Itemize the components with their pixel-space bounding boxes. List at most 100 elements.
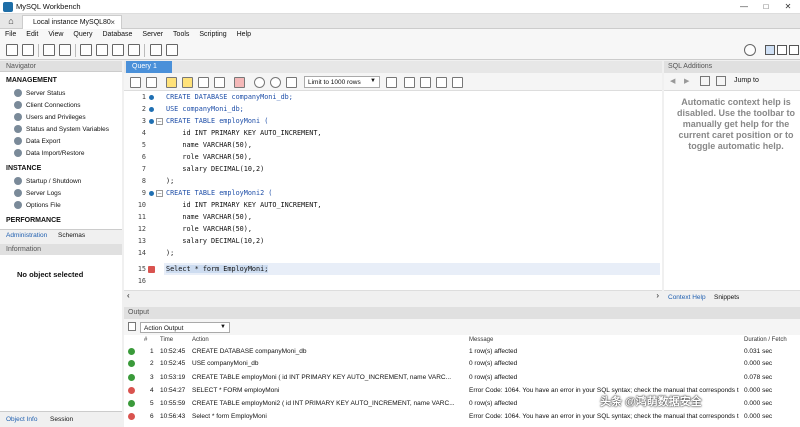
nav-item-data-import[interactable]: Data Import/Restore <box>14 149 85 157</box>
scroll-right-icon[interactable]: › <box>656 291 659 300</box>
close-icon[interactable]: ✕ <box>780 1 796 13</box>
save-icon[interactable] <box>146 77 157 88</box>
toggle-sidebar-icon[interactable] <box>765 45 775 55</box>
toolbar-separator <box>38 44 39 57</box>
table-row[interactable]: 3 10:53:19 CREATE TABLE employMoni ( id … <box>124 372 800 384</box>
row-duration: 0.000 sec <box>744 387 773 394</box>
toggle-error-continue-icon[interactable] <box>234 77 245 88</box>
jump-to-label[interactable]: Jump to <box>734 77 759 84</box>
autocommit-icon[interactable] <box>286 77 297 88</box>
context-help-panel: Automatic context help is disabled. Use … <box>664 91 800 290</box>
gear-icon[interactable] <box>744 44 756 56</box>
word-wrap-icon[interactable] <box>452 77 463 88</box>
toggle-output-icon[interactable] <box>777 45 787 55</box>
row-num: 3 <box>150 374 154 381</box>
create-view-icon[interactable] <box>96 44 108 56</box>
line-number: 9 <box>141 189 146 197</box>
open-sql-script-icon[interactable] <box>22 44 34 56</box>
manual-help-icon[interactable] <box>716 76 726 86</box>
connection-tab[interactable]: Local instance MySQL80 × <box>22 15 122 29</box>
no-object-message: No object selected <box>17 270 84 279</box>
toggle-secondary-sidebar-icon[interactable] <box>789 45 799 55</box>
create-schema-icon[interactable] <box>59 44 71 56</box>
explain-icon[interactable] <box>198 77 209 88</box>
execute-statement-icon[interactable] <box>182 77 193 88</box>
row-duration: 0.078 sec <box>744 374 773 381</box>
menu-query[interactable]: Query <box>73 31 92 38</box>
chevron-down-icon: ▼ <box>220 324 226 330</box>
favorite-icon[interactable] <box>386 77 397 88</box>
nav-item-status-variables[interactable]: Status and System Variables <box>14 125 109 133</box>
server-status-icon <box>14 89 22 97</box>
nav-item-data-export[interactable]: Data Export <box>14 137 60 145</box>
nav-item-users-privileges[interactable]: Users and Privileges <box>14 113 86 121</box>
create-procedure-icon[interactable] <box>112 44 124 56</box>
table-row[interactable]: 1 10:52:45 CREATE DATABASE companyMoni_d… <box>124 346 800 358</box>
menu-scripting[interactable]: Scripting <box>199 31 226 38</box>
menu-edit[interactable]: Edit <box>26 31 38 38</box>
create-function-icon[interactable] <box>128 44 140 56</box>
menu-database[interactable]: Database <box>102 31 132 38</box>
nav-item-client-connections[interactable]: Client Connections <box>14 101 81 109</box>
nav-item-server-status[interactable]: Server Status <box>14 89 65 97</box>
nav-item-startup-shutdown[interactable]: Startup / Shutdown <box>14 177 81 185</box>
auto-help-icon[interactable] <box>700 76 710 86</box>
query-tab[interactable]: Query 1 <box>126 61 172 73</box>
code-line: name VARCHAR(50), <box>166 213 252 221</box>
tab-context-help[interactable]: Context Help <box>668 294 706 301</box>
editor-horizontal-scrollbar[interactable]: ‹ › <box>124 290 662 300</box>
row-num: 6 <box>150 413 154 420</box>
commit-icon[interactable] <box>254 77 265 88</box>
menu-view[interactable]: View <box>48 31 63 38</box>
minimize-icon[interactable]: — <box>736 1 752 13</box>
back-icon[interactable]: ◀ <box>670 77 675 85</box>
scroll-left-icon[interactable]: ‹ <box>127 291 130 300</box>
fold-collapse-icon[interactable]: – <box>156 190 163 197</box>
tab-session[interactable]: Session <box>50 416 73 423</box>
connection-tab-label: Local instance MySQL80 <box>33 19 111 26</box>
row-message: 0 row(s) affected <box>469 360 518 367</box>
tab-snippets[interactable]: Snippets <box>714 294 739 301</box>
maximize-icon[interactable]: □ <box>758 1 774 13</box>
row-num: 1 <box>150 348 154 355</box>
close-tab-icon[interactable]: × <box>110 18 115 27</box>
menu-server[interactable]: Server <box>142 31 163 38</box>
create-table-icon[interactable] <box>80 44 92 56</box>
tab-administration[interactable]: Administration <box>6 232 47 239</box>
tab-object-info[interactable]: Object Info <box>6 416 37 423</box>
rollback-icon[interactable] <box>270 77 281 88</box>
find-icon[interactable] <box>420 77 431 88</box>
nav-item-options-file[interactable]: Options File <box>14 201 61 209</box>
nav-item-server-logs[interactable]: Server Logs <box>14 189 61 197</box>
execute-icon[interactable] <box>166 77 177 88</box>
copy-output-icon[interactable] <box>128 322 136 331</box>
line-number: 10 <box>137 201 146 209</box>
main-toolbar <box>0 41 800 60</box>
stop-icon[interactable] <box>214 77 225 88</box>
new-sql-tab-icon[interactable] <box>6 44 18 56</box>
row-duration: 0.000 sec <box>744 360 773 367</box>
table-row[interactable]: 2 10:52:45 USE companyMoni_db 0 row(s) a… <box>124 358 800 370</box>
window-title: MySQL Workbench <box>16 2 81 11</box>
table-row[interactable]: 6 10:56:43 Select * form EmployMoni Erro… <box>124 411 800 423</box>
menu-file[interactable]: File <box>5 31 16 38</box>
menu-help[interactable]: Help <box>237 31 251 38</box>
row-time: 10:52:45 <box>160 360 186 367</box>
beautify-icon[interactable] <box>404 77 415 88</box>
fold-collapse-icon[interactable]: – <box>156 118 163 125</box>
error-marker-icon <box>148 266 155 273</box>
inspector-icon[interactable] <box>43 44 55 56</box>
data-import-icon <box>14 149 22 157</box>
sql-editor[interactable]: 1 2 3 4 5 6 7 8 9 10 11 12 13 14 15 16 –… <box>124 91 662 290</box>
limit-rows-select[interactable]: Limit to 1000 rows ▼ <box>304 76 380 88</box>
forward-icon[interactable]: ▶ <box>684 77 689 85</box>
home-icon[interactable]: ⌂ <box>4 15 18 28</box>
output-type-select[interactable]: Action Output ▼ <box>140 322 230 333</box>
tab-schemas[interactable]: Schemas <box>58 232 85 239</box>
invisible-chars-icon[interactable] <box>436 77 447 88</box>
menu-tools[interactable]: Tools <box>173 31 189 38</box>
search-table-data-icon[interactable] <box>150 44 162 56</box>
open-file-icon[interactable] <box>130 77 141 88</box>
reconnect-icon[interactable] <box>166 44 178 56</box>
title-bar: MySQL Workbench — □ ✕ <box>0 0 800 14</box>
